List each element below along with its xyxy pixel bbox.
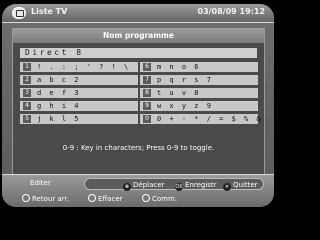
key-number: 7 [143,76,151,84]
red-button-icon [22,194,30,202]
key-characters: p q r s 7 [157,76,213,84]
key-characters: g h i 4 [37,102,81,110]
keypad-left-column: 1 ! . : ; ' ? ! \ 2 a b c 2 3 d e f 3 4 g h … [20,62,138,127]
key-number: 1 [23,63,31,71]
key-number: 8 [143,89,151,97]
exit-label: Quitter [233,181,258,189]
save-action[interactable]: OK Enregistr [175,180,217,191]
program-name-input[interactable]: Direct 8 [20,48,257,58]
key-row-7[interactable]: 7 p q r s 7 [140,75,258,85]
key-row-4[interactable]: 4 g h i 4 [20,101,138,111]
key-characters: a b c 2 [37,76,81,84]
key-characters: ! . : ; ' ? ! \ [37,63,131,71]
app-title: Liste TV [31,7,68,16]
comment-label: Comm. [152,195,178,203]
navigate-icon: ✥ [123,183,131,191]
green-button-icon [88,194,96,202]
key-characters: 0 + - * / = $ % & [157,115,263,123]
key-number: 0 [143,115,151,123]
key-number: 3 [23,89,31,97]
key-characters: t u v 8 [157,89,201,97]
keypad-right-column: 6m n o 6 7p q r s 7 8t u v 8 9w x y z 9 … [140,62,261,127]
keypad-hint: 0-9 : Key in characters; Press 0-9 to to… [62,144,215,152]
key-characters: j k l 5 [37,115,81,123]
key-row-8[interactable]: 8 t u v 8 [140,88,258,98]
rename-dialog: Nom programme Direct 8 1 ! . : ; ' ? ! \ … [12,28,265,176]
key-number: 9 [143,102,151,110]
bottom-bar: Editer ✥ Déplacer OK Enregistr ✕ Quitter Re… [2,174,274,207]
dialog-title: Nom programme [13,29,264,43]
key-row-6[interactable]: 6 m n o 6 [140,62,258,72]
key-number: 5 [23,115,31,123]
key-characters: m n o 6 [157,63,201,71]
clear-label: Effacer [98,195,123,203]
key-row-9[interactable]: 9 w x y z 9 [140,101,258,111]
tv-icon [12,7,26,19]
key-number: 2 [23,76,31,84]
save-label: Enregistr [185,181,217,189]
back-button[interactable]: Retour arr. [22,194,69,203]
exit-icon: ✕ [223,183,231,191]
move-label: Déplacer [133,181,165,189]
key-row-2[interactable]: 2 a b c 2 [20,75,138,85]
back-label: Retour arr. [32,195,69,203]
clear-button[interactable]: Effacer [88,194,123,203]
key-row-0[interactable]: 0 0 + - * / = $ % & [140,114,261,124]
key-number: 4 [23,102,31,110]
key-characters: w x y z 9 [157,102,213,110]
key-row-1[interactable]: 1 ! . : ; ' ? ! \ [20,62,138,72]
datetime: 03/08/09 19:12 [197,7,266,16]
exit-action[interactable]: ✕ Quitter [223,180,258,191]
action-bar: ✥ Déplacer OK Enregistr ✕ Quitter [84,178,264,191]
key-number: 6 [143,63,151,71]
top-bar: Liste TV 03/08/09 19:12 [2,4,274,23]
key-row-5[interactable]: 5 j k l 5 [20,114,138,124]
key-row-3[interactable]: 3 d e f 3 [20,88,138,98]
comment-button[interactable]: Comm. [142,194,177,203]
tv-screen: Liste TV 03/08/09 19:12 Nom programme Di… [2,4,274,207]
move-action[interactable]: ✥ Déplacer [123,180,164,191]
key-characters: d e f 3 [37,89,81,97]
ok-icon: OK [175,183,183,191]
mode-label: Editer [30,179,51,187]
yellow-button-icon [142,194,150,202]
